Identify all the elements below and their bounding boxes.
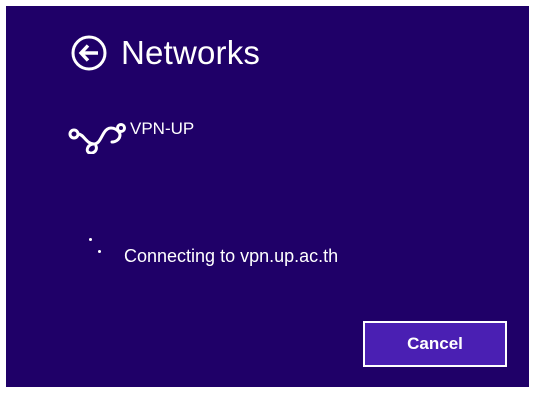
- cancel-button[interactable]: Cancel: [363, 321, 507, 367]
- networks-flyout: Networks VPN-UP Connecting to vpn.up.ac.…: [6, 6, 529, 387]
- network-item-vpn-up[interactable]: VPN-UP: [68, 118, 194, 154]
- status-text: Connecting to vpn.up.ac.th: [124, 246, 339, 266]
- header: Networks: [71, 31, 260, 75]
- network-name: VPN-UP: [130, 119, 195, 138]
- connection-status: Connecting to vpn.up.ac.th: [88, 237, 338, 267]
- back-button[interactable]: [71, 35, 107, 71]
- vpn-link-icon: [68, 118, 128, 154]
- page-title: Networks: [121, 34, 261, 71]
- arrow-left-circle-icon: [71, 35, 107, 71]
- progress-dots-icon: [88, 237, 116, 267]
